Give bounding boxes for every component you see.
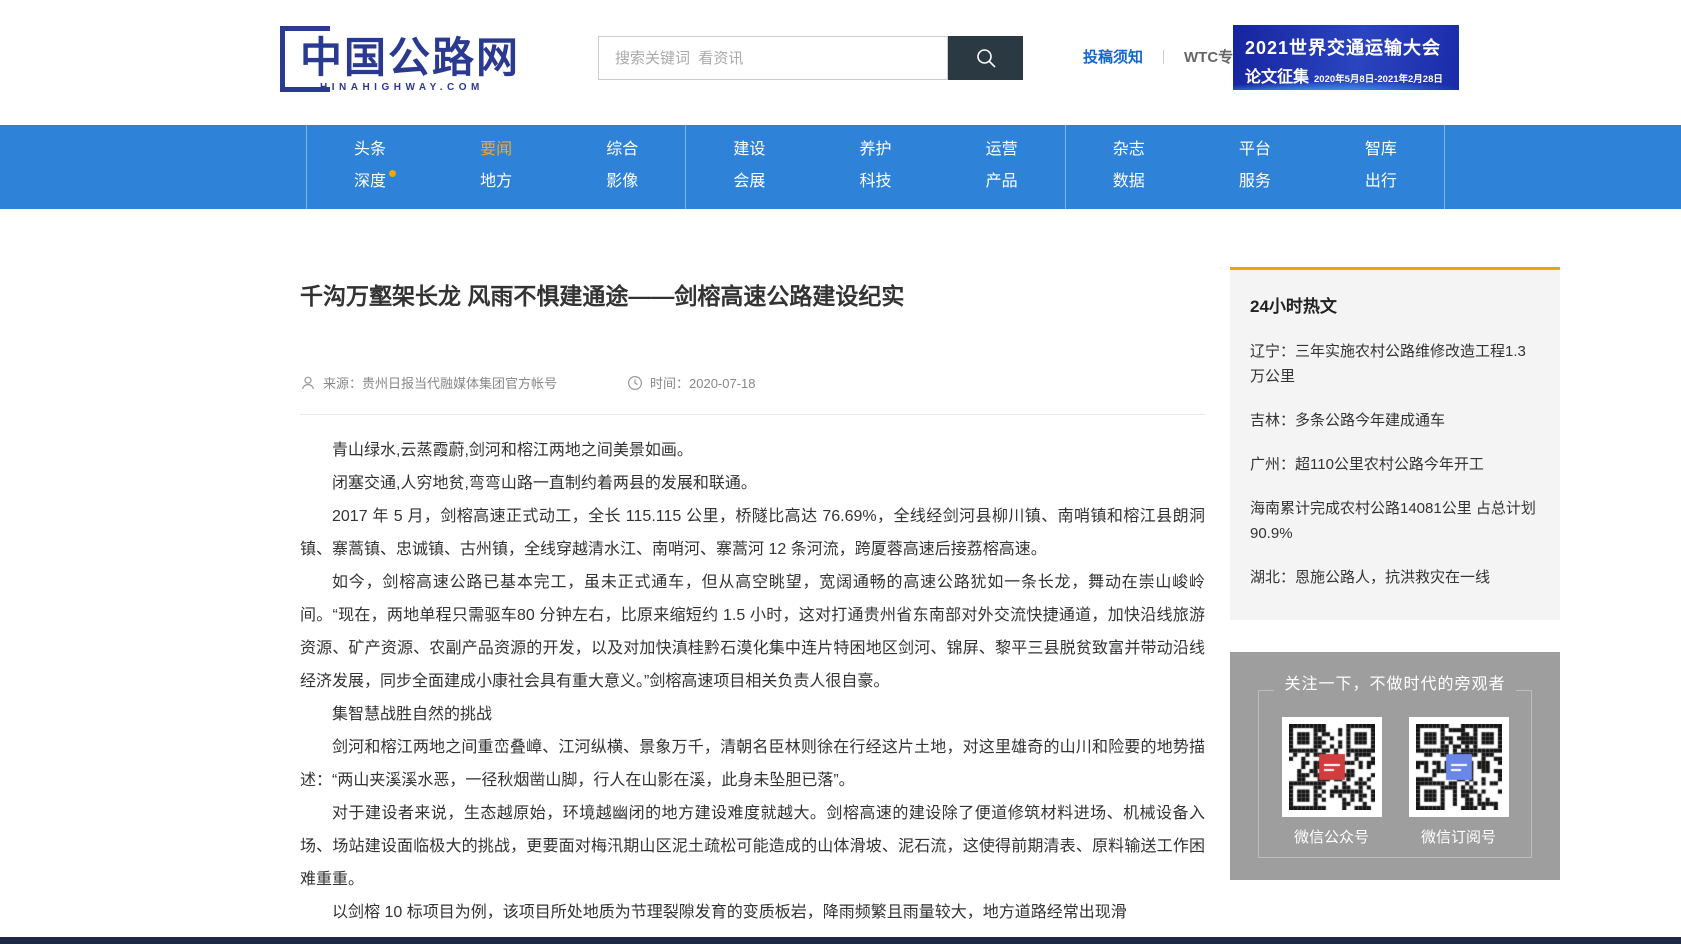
nav-col-zazhi-shuju: 杂志 数据 (1066, 125, 1192, 209)
article-title: 千沟万壑架长龙 风雨不惧建通途——剑榕高速公路建设纪实 (300, 209, 1205, 311)
paragraph: 以剑榕 10 标项目为例，该项目所处地质为节理裂隙发育的变质板岩，降雨频繁且雨量… (300, 896, 1205, 929)
page: 中国公路网 HINAHIGHWAY.COM 投稿须知 WTC专题 2021世界交… (0, 0, 1681, 944)
nav-item-yunying[interactable]: 运营 (986, 140, 1018, 160)
search-button[interactable] (948, 36, 1023, 80)
banner-cta: 论文征集 (1245, 63, 1309, 87)
logo-title: 中国公路网 (300, 24, 520, 85)
article-meta: 来源：贵州日报当代融媒体集团官方帐号 时间：2020-07-18 (300, 373, 1205, 392)
article-time-text: 时间：2020-07-18 (650, 373, 756, 392)
new-dot-icon (389, 170, 396, 177)
hot-articles-panel: 24小时热文 辽宁：三年实施农村公路维修改造工程1.3万公里 吉林：多条公路今年… (1230, 267, 1560, 620)
footer-strip (0, 937, 1681, 944)
site-logo[interactable]: 中国公路网 HINAHIGHWAY.COM (280, 24, 510, 102)
article-source-text: 来源：贵州日报当代融媒体集团官方帐号 (323, 373, 557, 392)
article-time: 时间：2020-07-18 (627, 373, 756, 392)
nav-item-yanghu[interactable]: 养护 (859, 140, 891, 160)
nav-col-yanghu-keji: 养护 科技 (812, 125, 938, 209)
banner-date: 2020年5月8日-2021年2月28日 (1314, 71, 1443, 85)
meta-divider (300, 414, 1205, 415)
wechat-subscription-qr-code (1409, 717, 1509, 817)
paragraph: 闭塞交通,人穷地贫,弯弯山路一直制约着两县的发展和联通。 (300, 467, 1205, 500)
qr-label: 微信订阅号 (1421, 826, 1496, 847)
paragraph: 对于建设者来说，生态越原始，环境越幽闭的地方建设难度就越大。剑榕高速的建设除了便… (300, 797, 1205, 896)
article-body: 青山绿水,云蒸霞蔚,剑河和榕江两地之间美景如画。 闭塞交通,人穷地贫,弯弯山路一… (300, 434, 1205, 929)
nav-item-chanpin[interactable]: 产品 (986, 172, 1018, 192)
qr-row: 微信公众号 微信订阅号 (1230, 717, 1560, 847)
paragraph: 青山绿水,云蒸霞蔚,剑河和榕江两地之间美景如画。 (300, 434, 1205, 467)
nav-col-pingtai-fuwu: 平台 服务 (1192, 125, 1318, 209)
paragraph: 剑河和榕江两地之间重峦叠嶂、江河纵横、景象万千，清朝名臣林则徐在行经这片土地，对… (300, 731, 1205, 797)
logo-subtitle: HINAHIGHWAY.COM (320, 82, 484, 93)
nav-item-keji[interactable]: 科技 (859, 172, 891, 192)
qr-item-official-account: 微信公众号 (1282, 717, 1382, 847)
search-icon (974, 46, 998, 70)
nav-col-zonghe-yingxiang: 综合 影像 (559, 125, 685, 209)
nav-group-3: 杂志 数据 平台 服务 智库 出行 (1065, 125, 1445, 209)
links-divider (1163, 50, 1164, 64)
wechat-official-qr-code (1282, 717, 1382, 817)
nav-item-toutiao[interactable]: 头条 (354, 140, 386, 160)
nav-col-zhiku-chuxing: 智库 出行 (1318, 125, 1444, 209)
nav-item-difang[interactable]: 地方 (480, 172, 512, 192)
nav-item-shuju[interactable]: 数据 (1113, 172, 1145, 192)
nav-col-yunying-chanpin: 运营 产品 (939, 125, 1065, 209)
hot-articles-title: 24小时热文 (1250, 292, 1540, 317)
nav-item-chuxing[interactable]: 出行 (1365, 172, 1397, 192)
nav-item-huizhan[interactable]: 会展 (733, 172, 765, 192)
header-links: 投稿须知 WTC专题 (1083, 46, 1248, 67)
banner-title: 2021世界交通运输大会 (1245, 34, 1459, 60)
article: 千沟万壑架长龙 风雨不惧建通途——剑榕高速公路建设纪实 来源：贵州日报当代融媒体… (300, 209, 1205, 937)
nav-col-toutiao-shendu: 头条 深度 (307, 125, 433, 209)
qr-code-image (1416, 724, 1502, 810)
follow-title: 关注一下，不做时代的旁观者 (1274, 670, 1515, 694)
submission-notice-link[interactable]: 投稿须知 (1083, 46, 1143, 67)
nav-item-zhiku[interactable]: 智库 (1365, 140, 1397, 160)
follow-panel: 关注一下，不做时代的旁观者 微信公众号 微信订阅号 (1230, 652, 1560, 880)
nav-item-yaowen-active[interactable]: 要闻 (480, 140, 512, 160)
nav-col-yaowen-difang: 要闻 地方 (433, 125, 559, 209)
nav-item-shendu[interactable]: 深度 (354, 172, 386, 192)
paragraph-subheading: 集智慧战胜自然的挑战 (300, 698, 1205, 731)
article-source: 来源：贵州日报当代融媒体集团官方帐号 (300, 373, 557, 392)
nav-item-fuwu[interactable]: 服务 (1239, 172, 1271, 192)
clock-icon (627, 375, 643, 391)
site-header: 中国公路网 HINAHIGHWAY.COM 投稿须知 WTC专题 2021世界交… (0, 0, 1681, 125)
hot-article-link[interactable]: 湖北：恩施公路人，抗洪救灾在一线 (1250, 565, 1540, 590)
paragraph: 2017 年 5 月，剑榕高速正式动工，全长 115.115 公里，桥隧比高达 … (300, 500, 1205, 566)
nav-item-jianshe[interactable]: 建设 (733, 140, 765, 160)
hot-article-link[interactable]: 吉林：多条公路今年建成通车 (1250, 408, 1540, 433)
nav-item-yingxiang[interactable]: 影像 (606, 172, 638, 192)
author-icon (300, 375, 316, 391)
qr-item-subscription-account: 微信订阅号 (1409, 717, 1509, 847)
hot-article-link[interactable]: 广州：超110公里农村公路今年开工 (1250, 452, 1540, 477)
search-input[interactable] (598, 36, 948, 80)
nav-item-zonghe[interactable]: 综合 (606, 140, 638, 160)
paragraph: 如今，剑榕高速公路已基本完工，虽未正式通车，但从高空眺望，宽阔通畅的高速公路犹如… (300, 566, 1205, 698)
qr-label: 微信公众号 (1294, 826, 1369, 847)
qr-code-image (1289, 724, 1375, 810)
nav-item-zazhi[interactable]: 杂志 (1113, 140, 1145, 160)
nav-col-jianshe-huizhan: 建设 会展 (686, 125, 812, 209)
search-bar (598, 36, 1023, 80)
hot-article-link[interactable]: 辽宁：三年实施农村公路维修改造工程1.3万公里 (1250, 339, 1540, 389)
nav-item-pingtai[interactable]: 平台 (1239, 140, 1271, 160)
wtc-conference-banner[interactable]: 2021世界交通运输大会 论文征集 2020年5月8日-2021年2月28日 (1233, 25, 1459, 90)
main-nav: 头条 深度 要闻 地方 综合 影像 建设 会展 养护 (0, 125, 1681, 209)
nav-group-2: 建设 会展 养护 科技 运营 产品 (685, 125, 1064, 209)
nav-group-1: 头条 深度 要闻 地方 综合 影像 (306, 125, 685, 209)
hot-article-link[interactable]: 海南累计完成农村公路14081公里 占总计划90.9% (1250, 496, 1540, 546)
